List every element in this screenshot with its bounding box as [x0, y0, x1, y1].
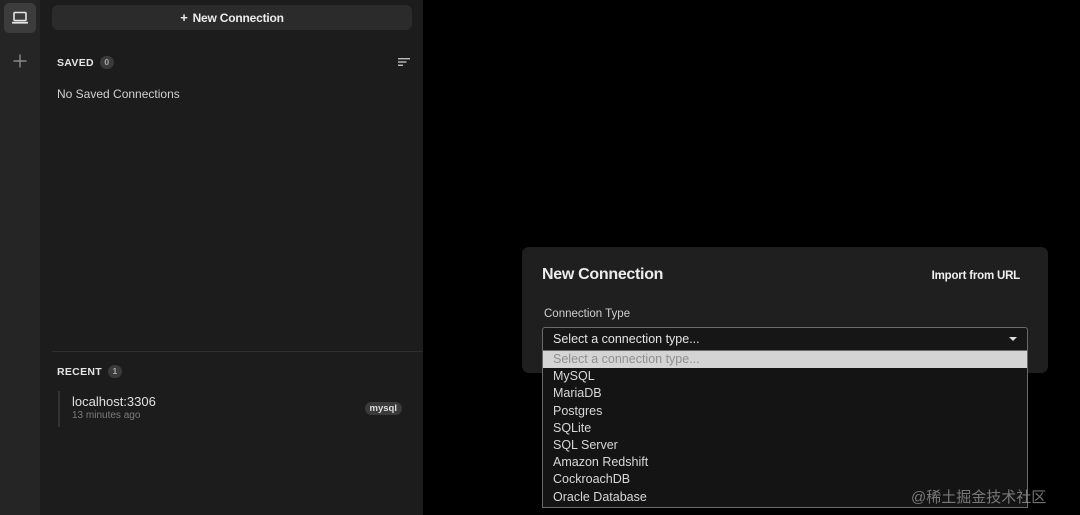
- saved-section-header: SAVED 0: [57, 56, 114, 69]
- section-divider: [52, 351, 423, 352]
- connections-rail-button[interactable]: [4, 3, 36, 33]
- connection-type-label: Connection Type: [544, 308, 631, 320]
- no-saved-connections-text: No Saved Connections: [57, 87, 180, 101]
- saved-count-badge: 0: [99, 56, 114, 69]
- recent-connection-name: localhost:3306: [72, 394, 156, 409]
- recent-count-badge: 1: [107, 365, 122, 378]
- option-mariadb[interactable]: MariaDB: [543, 385, 1027, 402]
- option-amazon-redshift[interactable]: Amazon Redshift: [543, 454, 1027, 471]
- recent-section-header: RECENT 1: [57, 365, 122, 378]
- recent-connection-item[interactable]: localhost:3306 13 minutes ago mysql: [58, 391, 406, 427]
- activity-rail: [0, 0, 40, 515]
- connection-type-select[interactable]: Select a connection type...: [542, 327, 1028, 351]
- select-value: Select a connection type...: [553, 332, 700, 346]
- saved-title: SAVED: [57, 56, 94, 69]
- plus-icon: [13, 54, 27, 68]
- caret-down-icon: [1009, 337, 1017, 341]
- recent-connection-time: 13 minutes ago: [72, 410, 141, 421]
- new-connection-label: New Connection: [192, 10, 284, 25]
- connection-type-dropdown: Select a connection type... MySQL MariaD…: [542, 351, 1028, 508]
- option-mysql[interactable]: MySQL: [543, 368, 1027, 385]
- option-sqlite[interactable]: SQLite: [543, 420, 1027, 437]
- laptop-icon: [12, 11, 28, 24]
- watermark: @稀土掘金技术社区: [911, 489, 1047, 506]
- connections-sidebar: + New Connection SAVED 0 No Saved Connec…: [40, 0, 423, 515]
- option-postgres[interactable]: Postgres: [543, 403, 1027, 420]
- connection-type-badge: mysql: [364, 402, 402, 415]
- option-placeholder[interactable]: Select a connection type...: [543, 351, 1027, 369]
- sort-icon[interactable]: [397, 56, 411, 68]
- option-sql-server[interactable]: SQL Server: [543, 437, 1027, 454]
- new-connection-button[interactable]: + New Connection: [52, 5, 412, 30]
- panel-title: New Connection: [542, 266, 664, 283]
- add-rail-button[interactable]: [4, 46, 36, 76]
- plus-icon: +: [180, 10, 188, 25]
- import-from-url-link[interactable]: Import from URL: [932, 270, 1021, 282]
- recent-title: RECENT: [57, 365, 102, 378]
